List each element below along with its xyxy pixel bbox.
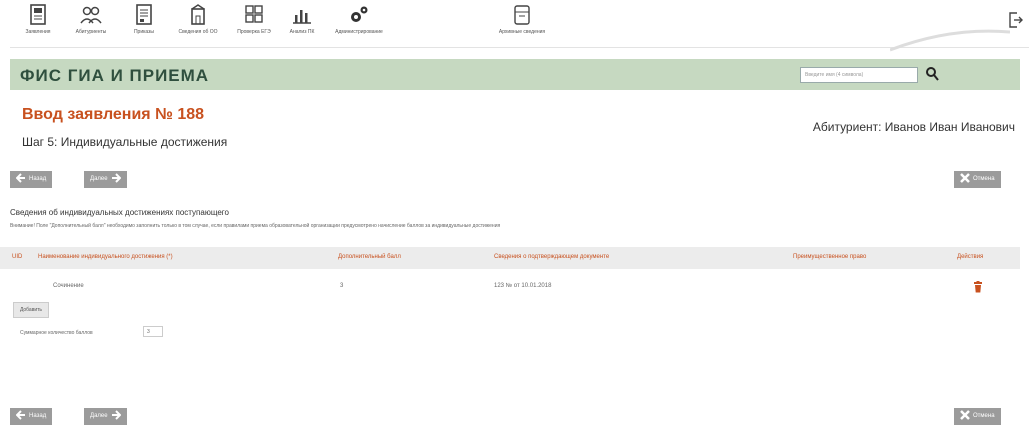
total-score-label: Суммарное количество баллов — [20, 330, 93, 336]
total-score-field: 3 — [143, 326, 163, 337]
toolbar-label: Администрирование — [335, 29, 383, 35]
next-button-bottom[interactable]: Далее — [84, 408, 127, 425]
cell-document: 123 № от 10.01.2018 — [494, 283, 552, 289]
column-header-name: Наименование индивидуального достижения … — [38, 254, 173, 260]
toolbar-item-admin[interactable]: Администрирование — [328, 3, 390, 35]
toolbar-item-applications[interactable]: Заявления — [16, 3, 60, 35]
toolbar-label: Приказы — [133, 29, 155, 35]
cell-score: 3 — [340, 283, 344, 289]
back-label: Назад — [29, 413, 47, 419]
toolbar-label: Проверка ЕГЭ — [237, 29, 271, 35]
section-title: Сведения об индивидуальных достижениях п… — [10, 208, 229, 217]
arrow-right-icon — [111, 173, 121, 184]
bar-chart-icon — [293, 10, 311, 24]
toolbar-item-ege-check[interactable]: Проверка ЕГЭ — [230, 3, 278, 35]
arrow-right-icon — [111, 410, 121, 421]
toolbar-label: Абитуриенты — [75, 29, 107, 35]
toolbar-label: Сведения об ОО — [178, 29, 218, 35]
search-input[interactable]: Введите имя (4 символа) — [800, 67, 918, 83]
cancel-label: Отмена — [973, 176, 995, 182]
toolbar-item-pk-analysis[interactable]: Анализ ПК — [282, 3, 322, 35]
back-button-bottom[interactable]: Назад — [10, 408, 53, 425]
title-bar: ФИС ГИА И ПРИЕМА Введите имя (4 символа) — [10, 59, 1020, 90]
next-label: Далее — [90, 413, 108, 419]
toolbar-label: Анализ ПК — [289, 29, 315, 35]
back-button[interactable]: Назад — [10, 171, 53, 188]
delete-icon[interactable] — [973, 281, 983, 293]
column-header-priority: Преимущественное право — [793, 254, 867, 260]
toolbar-item-archive[interactable]: Архивные сведения — [492, 3, 552, 35]
toolbar-item-orders[interactable]: Приказы — [124, 3, 164, 35]
page-title: Ввод заявления № 188 — [22, 106, 205, 123]
back-label: Назад — [29, 176, 47, 182]
next-button[interactable]: Далее — [84, 171, 127, 188]
column-header-score: Дополнительный балл — [338, 254, 401, 260]
search-icon[interactable] — [925, 66, 939, 82]
cancel-button[interactable]: Отмена — [954, 171, 1001, 188]
toolbar-item-org-info[interactable]: Сведения об ОО — [170, 3, 226, 35]
archive-icon — [514, 5, 530, 25]
arrow-left-icon — [15, 173, 25, 184]
logout-icon[interactable] — [1009, 12, 1023, 28]
step-title: Шаг 5: Индивидуальные достижения — [22, 135, 228, 149]
cell-name: Сочинение — [53, 283, 84, 289]
document-icon — [30, 4, 46, 25]
column-header-actions: Действия — [957, 254, 984, 260]
top-toolbar: Заявления Абитуриенты Приказы Сведения о… — [10, 0, 1029, 48]
cancel-button-bottom[interactable]: Отмена — [954, 408, 1001, 425]
cancel-label: Отмена — [973, 413, 995, 419]
add-button[interactable]: Добавить — [13, 302, 49, 318]
toolbar-item-applicants[interactable]: Абитуриенты — [66, 3, 116, 35]
next-label: Далее — [90, 176, 108, 182]
order-icon — [136, 4, 152, 25]
column-header-uid: UID — [12, 254, 23, 260]
applicant-name: Абитуриент: Иванов Иван Иванович — [812, 120, 1015, 134]
column-header-document: Сведения о подтверждающем документе — [494, 254, 610, 260]
brand-title: ФИС ГИА И ПРИЕМА — [20, 66, 210, 85]
toolbar-label: Заявления — [25, 29, 51, 35]
grid-check-icon — [245, 5, 263, 23]
close-icon — [960, 173, 970, 184]
toolbar-label: Архивные сведения — [498, 29, 546, 35]
table-header: UID Наименование индивидуального достиже… — [0, 247, 1020, 269]
arrow-left-icon — [15, 410, 25, 421]
building-icon — [191, 4, 205, 25]
gears-icon — [351, 6, 368, 22]
users-icon — [80, 6, 102, 24]
background-decoration — [890, 29, 1010, 52]
close-icon — [960, 410, 970, 421]
section-note: Внимание! Поле "Дополнительный балл" нео… — [10, 223, 501, 229]
